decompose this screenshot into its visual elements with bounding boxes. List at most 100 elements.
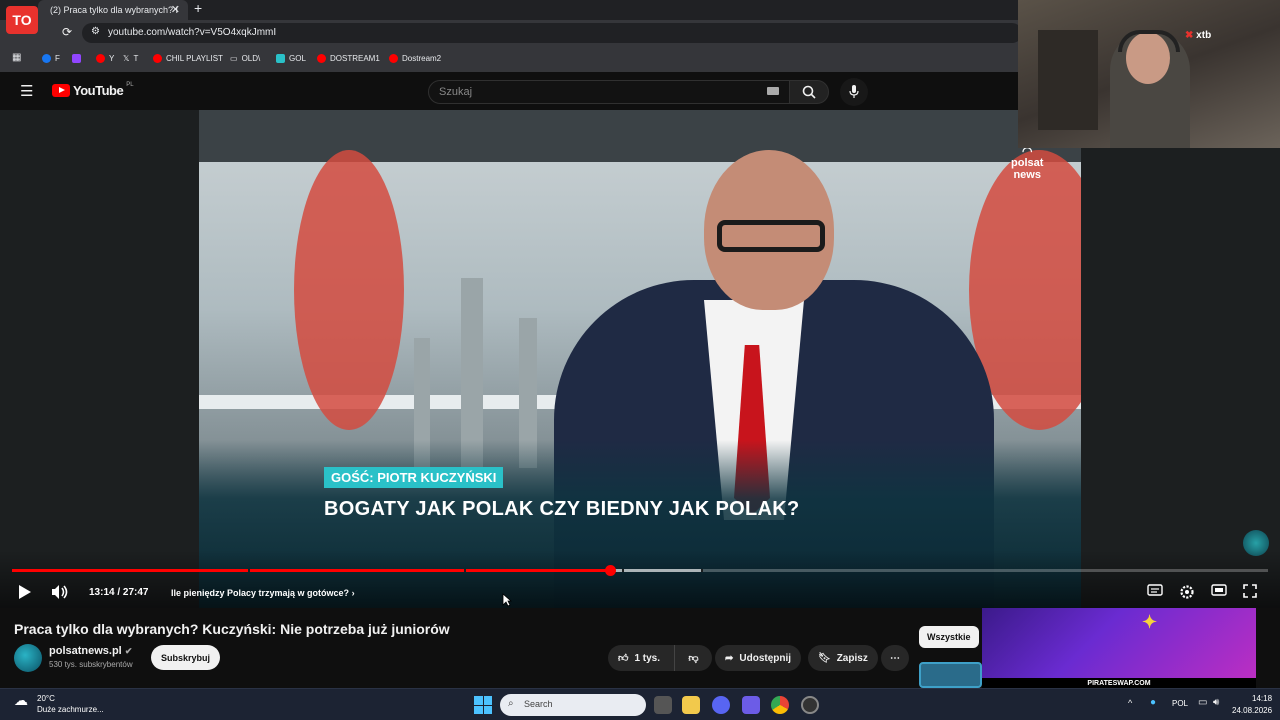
chapter-marker <box>464 569 466 572</box>
play-icon <box>19 585 31 599</box>
language-indicator[interactable]: POL <box>1172 699 1188 708</box>
app-sparkle-icon[interactable] <box>742 696 760 714</box>
news-headline: BOGATY JAK POLAK CZY BIEDNY JAK POLAK? <box>324 498 800 520</box>
menu-icon[interactable]: ☰ <box>20 82 33 100</box>
save-button[interactable]: 🔖︎ Zapisz <box>808 645 878 671</box>
browser-tab[interactable]: (2) Praca tylko dla wybranych? I ✕ <box>38 0 188 20</box>
chapter-marker <box>622 569 624 572</box>
fullscreen-icon <box>1243 584 1257 598</box>
recommended-video-thumbnail[interactable] <box>919 662 982 688</box>
address-bar[interactable]: ⚙ youtube.com/watch?v=V5O4xqkJmmI <box>82 23 1022 43</box>
search-input[interactable]: Szukaj <box>428 80 790 104</box>
microphone-tray-icon[interactable]: ● <box>1150 697 1156 708</box>
webcam-background-shelf <box>1038 30 1098 130</box>
folder-icon: ▭ <box>230 54 238 63</box>
fullscreen-button[interactable] <box>1243 584 1257 598</box>
subscriber-count: 530 tys. subskrybentów <box>49 660 133 669</box>
bookmark-f[interactable]: F <box>42 54 60 63</box>
settings-button[interactable] <box>1179 584 1195 600</box>
subtitles-icon <box>1147 584 1163 596</box>
chrome-icon[interactable] <box>771 696 789 714</box>
close-tab-icon[interactable]: ✕ <box>171 3 180 16</box>
theater-mode-button[interactable] <box>1211 584 1227 596</box>
bookmark-y[interactable]: Y <box>96 54 114 63</box>
play-button[interactable] <box>18 584 32 600</box>
share-icon: ➦ <box>725 652 734 664</box>
chapter-marker <box>248 569 250 572</box>
obs-icon[interactable] <box>801 696 819 714</box>
more-actions-button[interactable]: ⋯ <box>881 645 909 671</box>
site-info-icon[interactable]: ⚙ <box>91 26 100 37</box>
thumbs-up-icon: 👍︎ <box>618 653 629 664</box>
microphone-icon <box>849 85 859 98</box>
system-clock[interactable]: 14:18 24.08.2026 <box>1232 693 1272 717</box>
webcam-overlay <box>1018 0 1280 148</box>
windows-start-icon[interactable] <box>474 696 492 714</box>
keyboard-icon[interactable] <box>767 87 779 95</box>
bookmark-gol[interactable]: GOL <box>276 54 306 63</box>
chapter-title[interactable]: Ile pieniędzy Polacy trzymają w gotówce?… <box>171 588 355 598</box>
progress-played <box>12 569 610 572</box>
studio-red-panel <box>294 150 404 430</box>
xtb-mark-icon: ✖ <box>1185 30 1194 41</box>
bookmark-chil-playlist[interactable]: CHIL PLAYLIST <box>153 54 223 63</box>
file-explorer-icon[interactable] <box>682 696 700 714</box>
dislike-button[interactable]: 👎︎ <box>674 645 712 671</box>
channel-name[interactable]: polsatnews.pl ✔ <box>49 645 132 657</box>
coin-icon: ✦ <box>1142 612 1158 632</box>
chip-all[interactable]: Wszystkie <box>919 626 979 648</box>
guest-label: GOŚĆ: PIOTR KUCZYŃSKI <box>324 467 504 488</box>
bookmark-icon: 🔖︎ <box>818 652 831 664</box>
bookmark-dostream1[interactable]: DOSTREAM1 <box>317 54 380 63</box>
video-player[interactable]: GOŚĆ: PIOTR KUCZYŃSKI BOGATY JAK POLAK C… <box>0 110 1280 608</box>
youtube-icon <box>389 54 398 63</box>
task-view-icon[interactable] <box>654 696 672 714</box>
reload-icon[interactable]: ⟳ <box>62 25 72 39</box>
bookmark-old[interactable]: ▭ OLD\ <box>230 54 260 63</box>
channel-avatar[interactable] <box>14 644 42 672</box>
youtube-logo[interactable]: YouTube PL <box>52 82 134 98</box>
scrubber-handle[interactable] <box>604 565 616 576</box>
player-controls: 13:14 / 27:47 Ile pieniędzy Polacy trzym… <box>0 580 1280 608</box>
speaker-icon[interactable]: 🔊︎ <box>1213 697 1219 708</box>
subtitles-button[interactable] <box>1147 584 1163 596</box>
tab-title: (2) Praca tylko dla wybranych? I <box>50 5 179 15</box>
studio-ceiling <box>199 110 1081 162</box>
discord-icon[interactable] <box>712 696 730 714</box>
mute-button[interactable] <box>51 584 69 600</box>
windows-taskbar: ☁ 20°C Duże zachmurze... ⌕ Search ^ ● PO… <box>0 688 1280 720</box>
youtube-icon <box>317 54 326 63</box>
bookmark-t[interactable]: 𝕏T <box>123 54 138 63</box>
network-icon[interactable]: ▭ <box>1198 697 1207 708</box>
sponsor-ad-overlay: ✦ PIRATESWAP.COM <box>982 608 1256 690</box>
new-tab-icon[interactable]: + <box>194 0 202 16</box>
theater-icon <box>1211 584 1227 596</box>
progress-bar[interactable] <box>12 565 1268 576</box>
voice-search-button[interactable] <box>840 78 868 106</box>
more-icon: ⋯ <box>890 652 900 664</box>
youtube-icon <box>96 54 105 63</box>
windows-search-input[interactable]: ⌕ Search <box>500 694 646 716</box>
url-text: youtube.com/watch?v=V5O4xqkJmmI <box>108 27 277 38</box>
presenter-glasses <box>717 220 825 252</box>
video-frame[interactable]: GOŚĆ: PIOTR KUCZYŃSKI BOGATY JAK POLAK C… <box>199 110 1081 608</box>
search-button[interactable] <box>789 80 829 104</box>
time-display: 13:14 / 27:47 <box>89 587 149 598</box>
weather-widget[interactable]: ☁ 20°C Duże zachmurze... <box>14 693 104 715</box>
gol-icon <box>276 54 285 63</box>
sponsor-logo: ✖ xtb <box>1185 30 1212 41</box>
subscribe-button[interactable]: Subskrybuj <box>151 645 221 670</box>
like-button[interactable]: 👍︎ 1 tys. <box>608 645 674 671</box>
bookmark-dostream2[interactable]: Dostream2 <box>389 54 441 63</box>
volume-icon <box>52 585 68 599</box>
apps-grid-icon[interactable]: ▦ <box>12 52 21 63</box>
search-icon <box>802 85 816 99</box>
thumbs-down-icon: 👎︎ <box>688 653 699 664</box>
tray-chevron-icon[interactable]: ^ <box>1128 698 1132 708</box>
share-button[interactable]: ➦ Udostępnij <box>715 645 802 671</box>
video-title: Praca tylko dla wybranych? Kuczyński: Ni… <box>14 621 450 637</box>
facebook-icon <box>42 54 51 63</box>
channel-watermark: ◠ polsat news <box>1011 144 1044 181</box>
verified-icon: ✔ <box>124 646 133 656</box>
bookmark-twitch[interactable] <box>72 54 81 63</box>
